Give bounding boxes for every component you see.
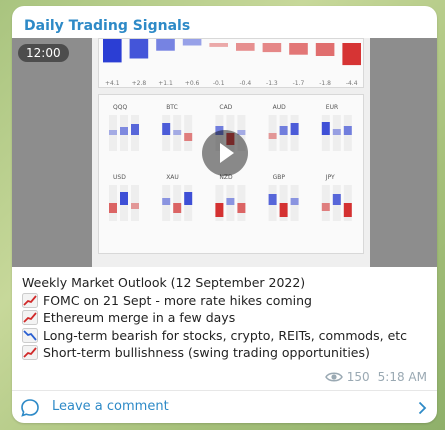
thumbnail-mini-bar [120, 127, 128, 135]
thumbnail-bar [103, 39, 122, 63]
thumbnail-top-bars: +4.1 +2.8 +1.1 +0.6 -0.1 -0.4 -1.3 -1.7 -1.8 -4.4 [103, 39, 361, 87]
thumbnail-mini-bar [332, 129, 341, 135]
post-line-4: Short-term bullishness (swing trading op… [22, 344, 432, 362]
thumbnail-mini-bar [109, 130, 117, 135]
thumbnail-bar-label: -1.7 [293, 80, 305, 87]
thumbnail-mini-bar [215, 203, 224, 217]
thumbnail-mini-bar [343, 203, 352, 217]
chart-increasing-icon [22, 292, 38, 308]
thumbnail-mini-bar [131, 124, 139, 135]
post-line-1: FOMC on 21 Sept - more rate hikes coming [22, 292, 432, 310]
thumbnail-bar [342, 43, 361, 66]
post-line-2: Ethereum merge in a few days [22, 309, 432, 327]
thumbnail-mini-bar [120, 192, 128, 205]
chart-decreasing-icon [22, 327, 38, 343]
thumbnail-bar [236, 43, 255, 51]
thumbnail-mini-bar [268, 194, 277, 205]
thumbnail-mini-bar [279, 126, 288, 135]
post-meta: 150 5:18 AM [324, 370, 427, 384]
post-line-text: Ethereum merge in a few days [43, 310, 236, 325]
thumbnail-bar [182, 39, 202, 46]
thumbnail-label: EUR [326, 104, 338, 111]
thumbnail-mini-bar [184, 192, 193, 205]
thumbnail-mini-bar [279, 203, 288, 217]
thumbnail-mini-bar [332, 194, 341, 205]
eye-icon [324, 372, 343, 382]
chart-increasing-icon [22, 310, 38, 326]
thumbnail-bar-label: -4.4 [346, 80, 358, 87]
thumbnail-bar-label: -0.1 [213, 80, 225, 87]
thumbnail-bar [209, 43, 228, 47]
thumbnail-bar-label: +4.1 [105, 80, 120, 87]
post-line-3: Long-term bearish for stocks, crypto, RE… [22, 327, 432, 345]
thumbnail-mini-bar [343, 126, 352, 135]
thumbnail-label: QQQ [113, 104, 127, 111]
thumbnail-label: GBP [273, 174, 286, 181]
thumbnail-bar-label: -1.3 [266, 80, 278, 87]
thumbnail-mini-bar [162, 198, 171, 205]
thumbnail-mini-bar [173, 130, 182, 135]
chart-increasing-icon [22, 345, 38, 361]
view-count: 150 [346, 370, 370, 384]
video-player[interactable]: +4.1 +2.8 +1.1 +0.6 -0.1 -0.4 -1.3 -1.7 -1.8 -4.4… [12, 38, 437, 267]
post-title: Weekly Market Outlook (12 September 2022… [22, 275, 306, 290]
thumbnail-mini-bar [131, 203, 139, 209]
thumbnail-bar-label: -0.4 [239, 80, 251, 87]
thumbnail-mini-bar [290, 198, 299, 205]
post-time: 5:18 AM [377, 370, 427, 384]
channel-name[interactable]: Daily Trading Signals [24, 18, 190, 34]
thumbnail-mini-bar [226, 198, 235, 205]
thumbnail-label: CAD [219, 104, 232, 111]
thumbnail-label: JPY [325, 174, 335, 181]
thumbnail-bar-label: +0.6 [185, 80, 200, 87]
post-line-text: FOMC on 21 Sept - more rate hikes coming [43, 292, 312, 308]
thumbnail-mini-bar [321, 122, 330, 135]
video-duration: 12:00 [18, 44, 69, 62]
thumbnail-label: AUD [273, 104, 286, 111]
play-icon[interactable] [202, 130, 248, 176]
thumbnail-mini-bar [268, 133, 277, 139]
message-bubble: Daily Trading Signals +4.1 +2.8 +1.1 +0.6 -0… [12, 6, 437, 423]
thumbnail-mini-bar [321, 203, 330, 211]
thumbnail-mini-bar [184, 133, 193, 141]
thumbnail-bar [315, 43, 335, 56]
post-caption: Weekly Market Outlook (12 September 2022… [22, 274, 432, 362]
thumbnail-bar-label: +1.1 [158, 80, 173, 87]
post-line-text: Short-term bullishness (swing trading op… [43, 345, 370, 360]
thumbnail-mini-bar [109, 203, 117, 213]
thumbnail-top-panel: +4.1 +2.8 +1.1 +0.6 -0.1 -0.4 -1.3 -1.7 -1.8 -4.4 [98, 38, 364, 88]
leave-comment-label: Leave a comment [52, 399, 169, 414]
thumbnail-mini-bar [173, 203, 182, 213]
thumbnail-bar [289, 43, 308, 55]
thumbnail-bar-label: -1.8 [319, 80, 331, 87]
thumbnail-mini-bar [290, 123, 299, 135]
chevron-right-icon [418, 401, 427, 415]
thumbnail-mini-bar [237, 203, 246, 213]
thumbnail-label: USD [113, 174, 126, 181]
thumbnail-bar-label: +2.8 [132, 80, 147, 87]
thumbnail-grid-bars: QQQ BTC CAD AUD EURUSD XAU NZD GBP JPY [109, 104, 352, 221]
comment-icon [21, 399, 39, 417]
post-line-text: Long-term bearish for stocks, crypto, RE… [43, 327, 408, 343]
thumbnail-label: XAU [166, 174, 179, 181]
thumbnail-bar [129, 39, 149, 59]
thumbnail-bar [262, 43, 282, 53]
thumbnail-label: BTC [166, 104, 178, 111]
thumbnail-mini-bar [162, 123, 171, 135]
leave-comment-button[interactable]: Leave a comment [12, 391, 437, 423]
thumbnail-bar [156, 39, 175, 51]
